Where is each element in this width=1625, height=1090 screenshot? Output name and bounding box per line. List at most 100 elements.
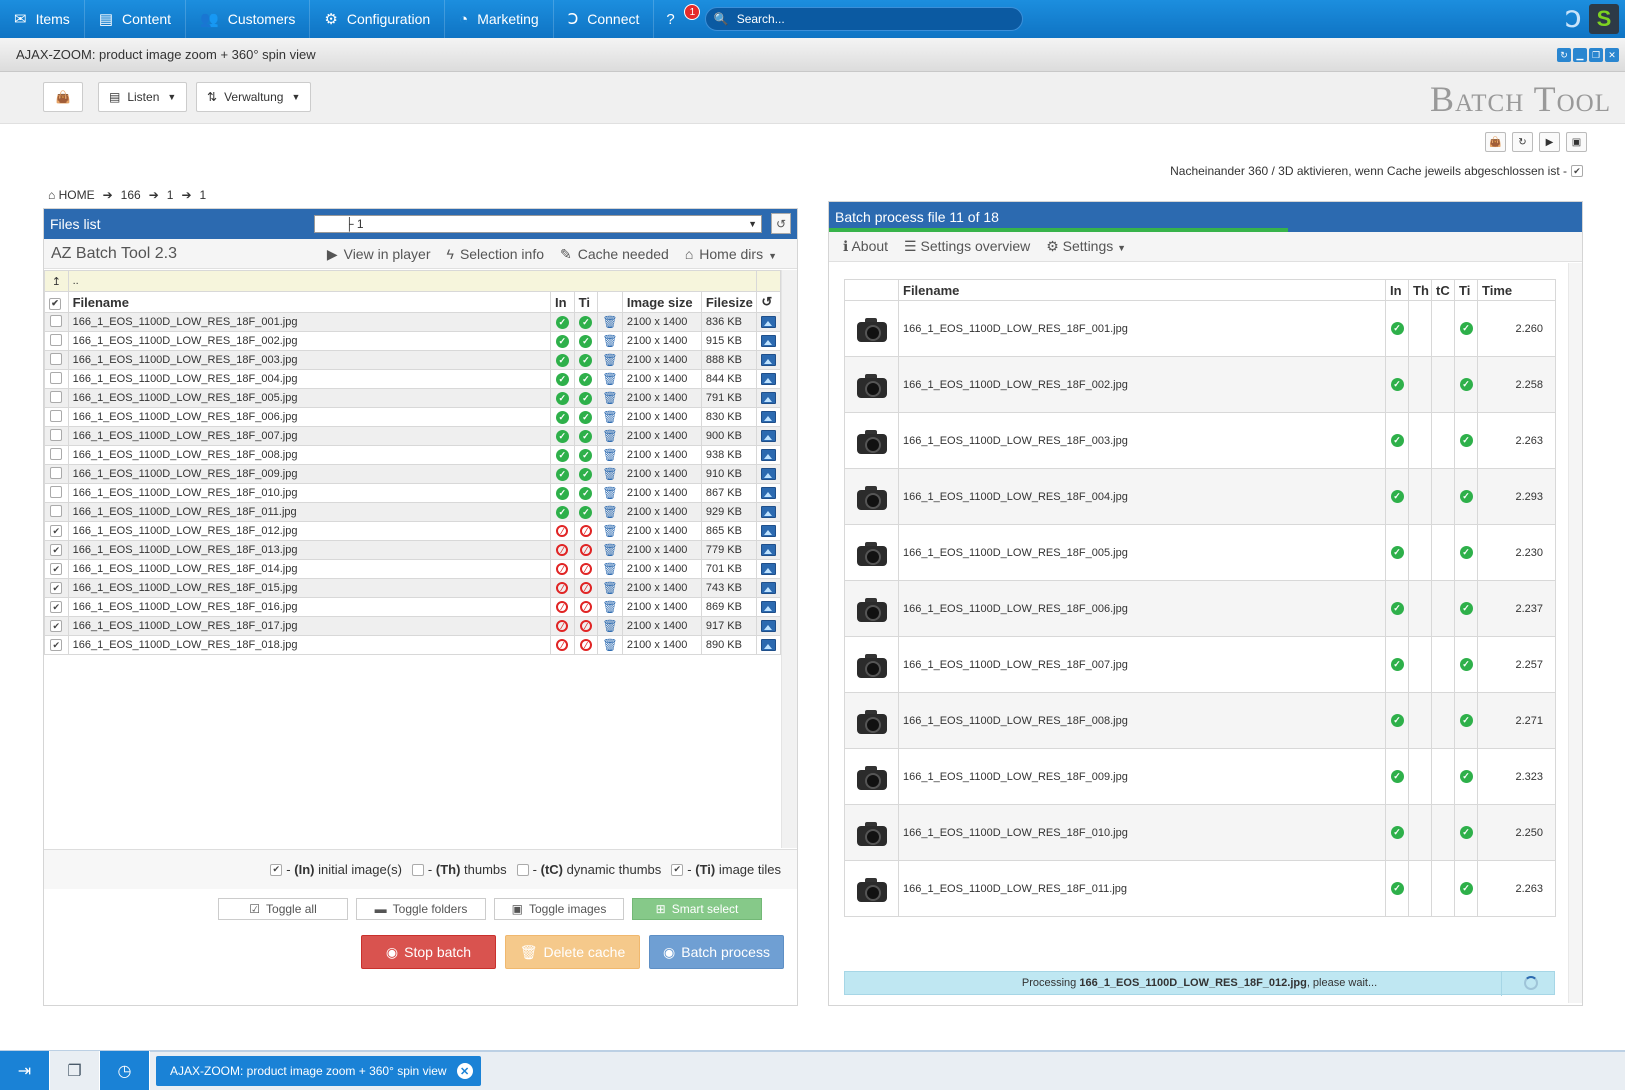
nav-connect[interactable]: Ↄ Connect <box>554 0 655 38</box>
file-row[interactable]: ✔ 166_1_EOS_1100D_LOW_RES_18F_015.jpg ⁄ ⁄ 🗑 2… <box>44 578 781 598</box>
logout-icon[interactable]: ⇥ <box>0 1051 50 1090</box>
select-all-checkbox[interactable]: ✔ <box>44 291 69 313</box>
delete-cache-button[interactable]: 🗑 Delete cache <box>505 935 640 969</box>
file-checkbox[interactable] <box>44 331 69 351</box>
video-icon[interactable]: ▶ <box>1539 132 1560 152</box>
file-checkbox[interactable] <box>44 369 69 389</box>
file-checkbox[interactable]: ✔ <box>44 597 69 617</box>
directory-select[interactable]: ├ 1 ▼ <box>314 215 762 233</box>
file-checkbox[interactable] <box>44 445 69 465</box>
verwaltung-dropdown[interactable]: ⇅ Verwaltung ▼ <box>196 82 312 112</box>
preview-image-icon[interactable] <box>756 502 781 522</box>
file-row[interactable]: 166_1_EOS_1100D_LOW_RES_18F_010.jpg ✓ ✓ 🗑 21… <box>44 483 781 503</box>
view-in-player-link[interactable]: ▶ View in player <box>327 246 431 263</box>
batch-scrollbar[interactable] <box>1568 263 1582 1003</box>
batch-process-button[interactable]: ◉ Batch process <box>649 935 784 969</box>
nav-marketing[interactable]: ◔ Marketing <box>445 0 554 38</box>
toggle-all-button[interactable]: ☑ Toggle all <box>218 898 348 920</box>
file-row[interactable]: 166_1_EOS_1100D_LOW_RES_18F_006.jpg ✓ ✓ 🗑 21… <box>44 407 781 427</box>
breadcrumb-home[interactable]: ⌂ HOME <box>48 188 95 202</box>
delete-file-icon[interactable]: 🗑 <box>597 635 623 655</box>
files-scrollbar[interactable] <box>781 270 797 848</box>
legend-in-checkbox[interactable]: ✔ <box>270 863 283 876</box>
file-row[interactable]: 166_1_EOS_1100D_LOW_RES_18F_008.jpg ✓ ✓ 🗑 21… <box>44 445 781 465</box>
delete-file-icon[interactable]: 🗑 <box>597 502 623 522</box>
settings-dropdown[interactable]: ⚙ Settings ▼ <box>1046 238 1126 255</box>
file-checkbox[interactable]: ✔ <box>44 559 69 579</box>
about-link[interactable]: ℹ About <box>843 238 888 255</box>
preview-image-icon[interactable] <box>756 369 781 389</box>
file-row[interactable]: ✔ 166_1_EOS_1100D_LOW_RES_18F_013.jpg ⁄ ⁄ 🗑 2… <box>44 540 781 560</box>
file-checkbox[interactable] <box>44 502 69 522</box>
maximize-window-icon[interactable]: ❐ <box>1589 48 1603 62</box>
preview-image-icon[interactable] <box>756 578 781 598</box>
nav-configuration[interactable]: ⚙ Configuration <box>310 0 446 38</box>
app-logo-icon[interactable]: S <box>1589 4 1619 34</box>
delete-file-icon[interactable]: 🗑 <box>597 369 623 389</box>
delete-file-icon[interactable]: 🗑 <box>597 521 623 541</box>
refresh-window-icon[interactable]: ↻ <box>1557 48 1571 62</box>
file-row[interactable]: 166_1_EOS_1100D_LOW_RES_18F_005.jpg ✓ ✓ 🗑 21… <box>44 388 781 408</box>
preview-image-icon[interactable] <box>756 388 781 408</box>
image-icon[interactable]: ▣ <box>1566 132 1587 152</box>
help-button[interactable]: ? 1 <box>654 0 701 38</box>
file-row[interactable]: 166_1_EOS_1100D_LOW_RES_18F_004.jpg ✓ ✓ 🗑 21… <box>44 369 781 389</box>
smart-select-button[interactable]: ⊞ Smart select <box>632 898 762 920</box>
delete-file-icon[interactable]: 🗑 <box>597 426 623 446</box>
file-row[interactable]: ✔ 166_1_EOS_1100D_LOW_RES_18F_014.jpg ⁄ ⁄ 🗑 2… <box>44 559 781 579</box>
file-row[interactable]: 166_1_EOS_1100D_LOW_RES_18F_007.jpg ✓ ✓ 🗑 21… <box>44 426 781 446</box>
breadcrumb-item[interactable]: 166 <box>121 188 141 202</box>
file-checkbox[interactable]: ✔ <box>44 578 69 598</box>
file-checkbox[interactable] <box>44 388 69 408</box>
file-checkbox[interactable] <box>44 464 69 484</box>
preview-image-icon[interactable] <box>756 483 781 503</box>
windows-icon[interactable]: ❐ <box>50 1051 100 1090</box>
search-box[interactable]: 🔍 <box>704 7 1023 31</box>
toggle-images-button[interactable]: ▣ Toggle images <box>494 898 624 920</box>
preview-image-icon[interactable] <box>756 521 781 541</box>
file-row[interactable]: 166_1_EOS_1100D_LOW_RES_18F_009.jpg ✓ ✓ 🗑 21… <box>44 464 781 484</box>
breadcrumb-item[interactable]: 1 <box>167 188 174 202</box>
nav-customers[interactable]: 👥 Customers <box>186 0 311 38</box>
nav-content[interactable]: ▤ Content <box>85 0 187 38</box>
preview-image-icon[interactable] <box>756 464 781 484</box>
shop-button[interactable]: 👜 <box>43 82 83 112</box>
preview-image-icon[interactable] <box>756 540 781 560</box>
file-checkbox[interactable]: ✔ <box>44 635 69 655</box>
file-row[interactable]: ✔ 166_1_EOS_1100D_LOW_RES_18F_016.jpg ⁄ ⁄ 🗑 2… <box>44 597 781 617</box>
bag-icon[interactable]: 👜 <box>1485 132 1506 152</box>
preview-image-icon[interactable] <box>756 407 781 427</box>
close-icon[interactable]: ✕ <box>456 1063 473 1079</box>
delete-file-icon[interactable]: 🗑 <box>597 445 623 465</box>
close-window-icon[interactable]: ✕ <box>1605 48 1619 62</box>
preview-image-icon[interactable] <box>756 597 781 617</box>
files-table-scroll[interactable]: ↥ .. ✔ Filename In Ti Image size Filesiz… <box>44 270 781 848</box>
toggle-folders-button[interactable]: ▬ Toggle folders <box>356 898 486 920</box>
preview-image-icon[interactable] <box>756 350 781 370</box>
preview-image-icon[interactable] <box>756 312 781 332</box>
breadcrumb-item[interactable]: 1 <box>200 188 207 202</box>
stop-batch-button[interactable]: ◉ Stop batch <box>361 935 496 969</box>
delete-file-icon[interactable]: 🗑 <box>597 464 623 484</box>
file-checkbox[interactable]: ✔ <box>44 616 69 636</box>
delete-file-icon[interactable]: 🗑 <box>597 578 623 598</box>
taskbar-window-tab[interactable]: AJAX-ZOOM: product image zoom + 360° spi… <box>156 1056 481 1086</box>
delete-file-icon[interactable]: 🗑 <box>597 407 623 427</box>
listen-dropdown[interactable]: ▤ Listen ▼ <box>98 82 188 112</box>
delete-file-icon[interactable]: 🗑 <box>597 483 623 503</box>
search-input[interactable] <box>736 12 1007 26</box>
delete-file-icon[interactable]: 🗑 <box>597 331 623 351</box>
refresh-icon[interactable]: ↺ <box>756 291 781 313</box>
delete-file-icon[interactable]: 🗑 <box>597 597 623 617</box>
file-checkbox[interactable]: ✔ <box>44 521 69 541</box>
delete-file-icon[interactable]: 🗑 <box>597 540 623 560</box>
legend-tc-checkbox[interactable] <box>516 863 529 876</box>
home-dirs-dropdown[interactable]: ⌂ Home dirs ▼ <box>685 246 783 262</box>
file-checkbox[interactable]: ✔ <box>44 540 69 560</box>
file-checkbox[interactable] <box>44 312 69 332</box>
reload-button[interactable]: ↺ <box>771 213 791 234</box>
nav-items[interactable]: ✉ Items <box>0 0 85 38</box>
delete-file-icon[interactable]: 🗑 <box>597 559 623 579</box>
dashboard-icon[interactable]: ◷ <box>100 1051 150 1090</box>
file-checkbox[interactable] <box>44 483 69 503</box>
